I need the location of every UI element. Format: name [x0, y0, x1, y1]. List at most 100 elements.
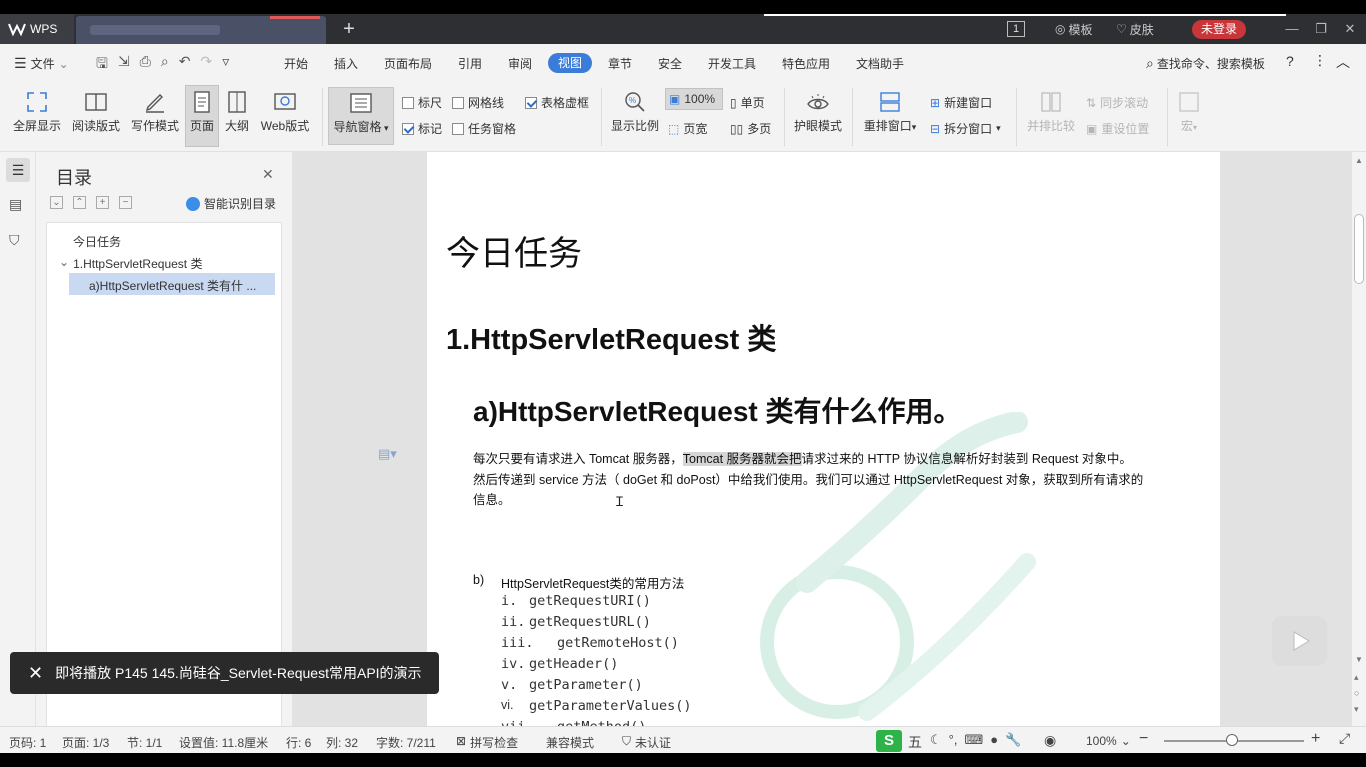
help-icon[interactable]: ? [1286, 53, 1294, 69]
marks-checkbox[interactable]: 标记 [402, 120, 442, 137]
spell-check-button[interactable]: ⊠ 拼写检查 [456, 734, 518, 751]
table-gridlines-check-box[interactable] [525, 96, 537, 109]
status-section[interactable]: 节: 1/1 [127, 734, 162, 751]
reset-position-button[interactable]: ▣ 重设位置 [1086, 120, 1149, 137]
collapse-ribbon-icon[interactable]: ︿ [1336, 52, 1350, 72]
zoom-slider-thumb[interactable] [1226, 734, 1238, 746]
split-window-button[interactable]: ⊟ 拆分窗口 ▾ [930, 120, 1001, 137]
toc-item-selected[interactable]: a)HttpServletRequest 类有什 ... [69, 273, 275, 295]
next-page-icon[interactable]: ▾ [1354, 704, 1359, 715]
toc-panel-icon[interactable]: ☰ [6, 158, 30, 182]
scroll-up-icon[interactable]: ▲ [1355, 156, 1363, 165]
toc-item[interactable]: ⌄ 1.HttpServletRequest 类 [59, 255, 202, 272]
undo-icon[interactable]: ↶ [179, 53, 191, 77]
menu-doc-assistant[interactable]: 文档助手 [856, 55, 904, 72]
browse-object-icon[interactable]: ○ [1354, 688, 1359, 698]
customize-icon[interactable]: ▿ [222, 53, 229, 77]
save-icon[interactable]: 🖫 [96, 53, 108, 77]
menu-references[interactable]: 引用 [458, 55, 482, 72]
chevron-down-icon[interactable]: ⌄ [59, 255, 69, 272]
expand-down-icon[interactable]: ⌄ [50, 196, 63, 209]
menu-review[interactable]: 审阅 [508, 55, 532, 72]
side-by-side-button[interactable]: 并排比较 [1024, 90, 1078, 134]
zoom-ratio-button[interactable]: % 显示比例 [608, 90, 662, 134]
status-word-count[interactable]: 字数: 7/211 [376, 734, 436, 751]
macro-button[interactable]: 宏▾ [1174, 90, 1204, 134]
menu-developer[interactable]: 开发工具 [708, 55, 756, 72]
new-tab-button[interactable]: + [336, 17, 362, 41]
punctuation-icon[interactable]: °, [949, 732, 958, 748]
menu-view[interactable]: 视图 [548, 53, 592, 73]
page-width-button[interactable]: ⬚ 页宽 [668, 120, 707, 137]
paragraph-menu-icon[interactable]: ▤▾ [378, 446, 397, 462]
menu-chapter[interactable]: 章节 [608, 55, 632, 72]
nav-pane-button[interactable]: 导航窗格 ▾ [328, 87, 394, 145]
close-window-button[interactable]: ✕ [1338, 18, 1362, 40]
eye-mode-button[interactable]: 护眼模式 [791, 90, 845, 134]
zoom-in-icon[interactable]: + [1311, 730, 1320, 748]
table-gridlines-checkbox[interactable]: 表格虚框 [525, 94, 589, 111]
document-page[interactable]: 今日任务 1.HttpServletRequest 类 a)HttpServle… [427, 152, 1220, 740]
vertical-scrollbar[interactable]: ▲ ▼ ▴ ○ ▾ [1352, 152, 1366, 740]
sogou-ime-icon[interactable]: S [876, 730, 902, 752]
ruler-check-box[interactable] [402, 96, 414, 109]
writing-mode-button[interactable]: 写作模式 [130, 90, 180, 134]
wps-home-tab[interactable]: WPS [0, 14, 74, 44]
scroll-down-icon[interactable]: ▼ [1355, 655, 1363, 664]
minimize-button[interactable]: — [1280, 18, 1304, 40]
wrench-icon[interactable]: 🔧 [1005, 732, 1021, 748]
collapse-all-icon[interactable]: − [119, 196, 132, 209]
outline-view-button[interactable]: 大纲 [222, 90, 252, 134]
prev-page-icon[interactable]: ▴ [1354, 672, 1359, 683]
document-panel-icon[interactable]: ▤ [9, 196, 22, 213]
fit-window-icon[interactable]: ⤢ [1339, 730, 1350, 747]
ruler-checkbox[interactable]: 标尺 [402, 94, 442, 111]
menu-page-layout[interactable]: 页面布局 [384, 55, 432, 72]
toc-item[interactable]: 今日任务 [73, 233, 121, 250]
export-icon[interactable]: ⇲ [118, 53, 130, 77]
fullscreen-button[interactable]: 全屏显示 [12, 90, 62, 134]
zoom-out-icon[interactable]: − [1139, 730, 1148, 748]
new-window-button[interactable]: ⊞ 新建窗口 [930, 94, 992, 111]
menu-security[interactable]: 安全 [658, 55, 682, 72]
eye-protection-icon[interactable]: ◉ [1044, 732, 1056, 749]
gridlines-checkbox[interactable]: 网格线 [452, 94, 504, 111]
expand-all-icon[interactable]: + [96, 196, 109, 209]
web-view-button[interactable]: Web版式 [258, 90, 312, 134]
user-icon[interactable]: ● [990, 732, 998, 748]
more-icon[interactable]: ⋮ [1313, 52, 1327, 69]
file-menu[interactable]: ☰ 文件 ⌄ [14, 55, 69, 72]
skin-button[interactable]: ♡ 皮肤 [1116, 20, 1154, 38]
restore-button[interactable]: ❐ [1309, 18, 1333, 40]
task-pane-check-box[interactable] [452, 122, 464, 135]
ime-mode[interactable]: 五 [908, 732, 922, 752]
print-preview-icon[interactable]: ⌕ [161, 53, 169, 77]
scrollbar-thumb[interactable] [1354, 214, 1364, 284]
certification-status[interactable]: ⛉ 未认证 [622, 734, 671, 751]
smart-toc-button[interactable]: 智能识别目录 [186, 195, 276, 212]
redo-icon[interactable]: ↷ [200, 53, 212, 77]
reading-mode-button[interactable]: 阅读版式 [72, 90, 120, 134]
command-search[interactable]: ⌕ 查找命令、搜索模板 [1146, 55, 1265, 72]
zoom-100-button[interactable]: ▣ 100% [665, 88, 723, 110]
templates-button[interactable]: ◎ 模板 [1055, 20, 1093, 38]
multi-page-button[interactable]: ▯▯ 多页 [730, 120, 771, 137]
close-icon[interactable]: ✕ [28, 663, 43, 684]
status-setting[interactable]: 设置值: 11.8厘米 [179, 734, 268, 751]
single-page-button[interactable]: ▯ 单页 [730, 94, 765, 111]
marks-check-box[interactable] [402, 122, 414, 135]
status-page-number[interactable]: 页码: 1 [9, 734, 46, 751]
status-page[interactable]: 页面: 1/3 [62, 734, 109, 751]
login-button[interactable]: 未登录 [1192, 20, 1246, 39]
sync-scroll-button[interactable]: ⇅ 同步滚动 [1086, 94, 1148, 111]
page-view-button[interactable]: 页面 [185, 85, 219, 147]
keyboard-icon[interactable]: ⌨ [964, 732, 983, 748]
video-play-button[interactable] [1272, 616, 1327, 666]
arrange-windows-button[interactable]: 重排窗口▾ [860, 90, 920, 134]
bookmark-panel-icon[interactable]: ⛉ [9, 232, 20, 249]
body-paragraph[interactable]: 每次只要有请求进入 Tomcat 服务器，Tomcat 服务器就会把请求过来的 … [473, 449, 1213, 511]
zoom-level-dropdown[interactable]: 100% ⌄ [1086, 734, 1131, 748]
moon-icon[interactable]: ☾ [930, 732, 942, 748]
menu-start[interactable]: 开始 [284, 55, 308, 72]
page-counter-badge[interactable]: 1 [1007, 21, 1025, 37]
